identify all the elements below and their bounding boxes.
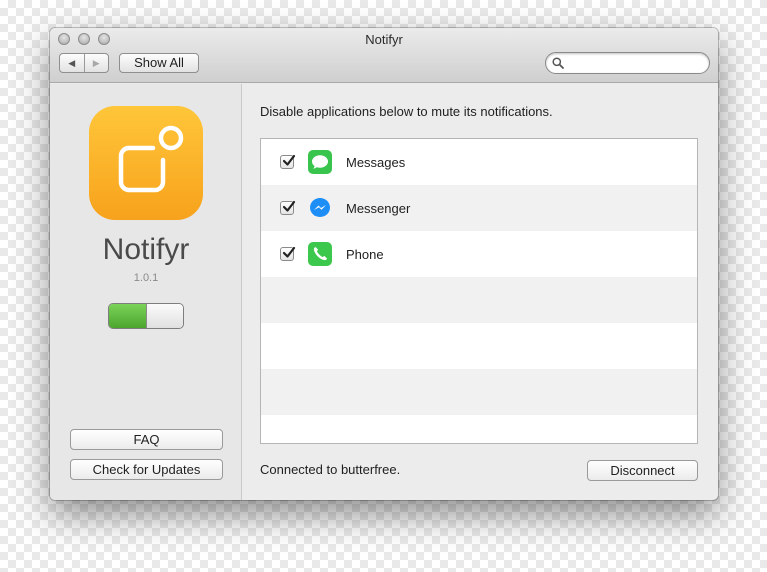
search-field[interactable] [545,52,710,74]
list-item[interactable]: Phone [261,231,697,277]
faq-button[interactable]: FAQ [70,429,223,450]
app-name-label: Phone [346,247,384,262]
back-button[interactable]: ◀ [60,54,85,72]
empty-row [261,415,697,443]
list-item[interactable]: Messages [261,139,697,185]
empty-row [261,323,697,369]
enable-toggle[interactable] [108,303,184,329]
search-input[interactable] [568,55,702,71]
notification-badge-icon [89,106,203,220]
toggle-knob[interactable] [146,304,183,328]
list-item[interactable]: Messenger [261,185,697,231]
chevron-left-icon: ◀ [68,57,76,68]
app-version: 1.0.1 [133,272,159,284]
title-bar: Notifyr ◀ ▶ Show All [50,28,718,83]
app-name-label: Messages [346,155,406,170]
app-checkbox[interactable] [280,200,296,215]
checkmark-icon [282,246,296,258]
instruction-text: Disable applications below to mute its n… [260,104,553,119]
window-title: Notifyr [365,32,403,47]
checkmark-icon [282,154,296,166]
chevron-right-icon: ▶ [92,57,100,68]
disconnect-button[interactable]: Disconnect [587,460,698,481]
app-name: Notifyr [102,233,190,266]
empty-row [261,369,697,415]
sidebar: Notifyr 1.0.1 FAQ Check for Updates [50,84,242,500]
back-forward-control: ◀ ▶ [59,53,109,73]
speech-bubble-icon [308,150,332,174]
app-checkbox[interactable] [280,154,296,169]
phone-icon [308,242,332,266]
app-checkbox[interactable] [280,246,296,261]
app-list: Messages Messenger Phone [260,138,698,444]
search-icon [552,57,564,69]
app-name-label: Messenger [346,201,411,216]
preferences-window: Notifyr ◀ ▶ Show All Notifyr 1.0.1 FAQ C… [50,28,718,500]
empty-row [261,277,697,323]
connection-status: Connected to butterfree. [260,462,401,477]
forward-button[interactable]: ▶ [85,54,109,72]
checkmark-icon [282,200,296,212]
messenger-icon [310,198,330,217]
show-all-button[interactable]: Show All [119,53,199,73]
check-updates-button[interactable]: Check for Updates [70,459,223,480]
toggle-on-fill [109,304,147,328]
